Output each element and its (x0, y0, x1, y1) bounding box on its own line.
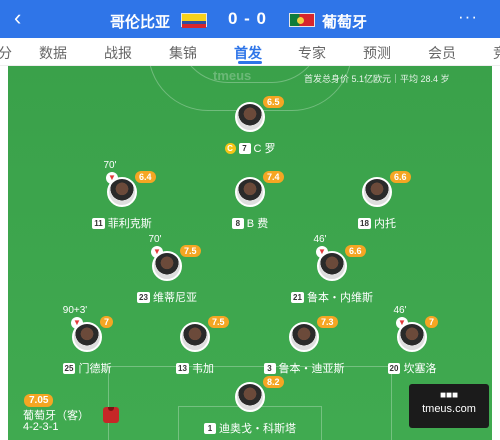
site-logo: ■■■ tmeus.com (409, 384, 489, 428)
lineup-value-info: 首发总身价 5.1亿欧元｜平均 28.4 岁 (304, 74, 450, 84)
match-header: ‹ 哥伦比亚 0 - 0 葡萄牙 ··· (0, 0, 500, 38)
shirt-number: 3 (263, 362, 276, 374)
sub-time: 46' (313, 234, 327, 245)
player-rating: 7.4 (263, 171, 284, 183)
home-team-name: 哥伦比亚 (110, 14, 171, 31)
match-tabs: 分 数据 战报 集锦 首发 专家 预测 会员 竞 (0, 38, 500, 66)
player-avatar (107, 177, 137, 207)
player-avatar (317, 251, 347, 281)
sub-time: 90+3' (62, 305, 88, 316)
shirt-number: 18 (358, 217, 371, 229)
player-rating: 6.6 (390, 171, 411, 183)
player-rating: 7 (100, 316, 114, 328)
player-avatar (397, 322, 427, 352)
tab-more[interactable]: 竞 (493, 43, 500, 63)
tab-prediction[interactable]: 预测 (363, 43, 391, 63)
active-tab-indicator (238, 61, 262, 64)
player-rating: 7.3 (317, 316, 338, 328)
tab-experts[interactable]: 专家 (298, 43, 326, 63)
player-avatar (235, 102, 265, 132)
player-name: 鲁本・内维斯 (306, 292, 373, 304)
tab-member[interactable]: 会员 (428, 43, 456, 63)
player-avatar (235, 177, 265, 207)
player-rating: 6.4 (135, 171, 156, 183)
captain-badge: C (224, 142, 236, 154)
tab-highlights[interactable]: 集锦 (169, 43, 197, 63)
player-rating: 6.6 (345, 245, 366, 257)
team-rating: 7.05 (24, 394, 54, 407)
sub-time: 70' (148, 234, 162, 245)
shirt-number: 25 (62, 362, 76, 374)
tab-overview[interactable]: 分 (0, 43, 12, 63)
player-rating: 6.5 (263, 96, 284, 108)
player-rating: 7.5 (208, 316, 229, 328)
more-icon[interactable]: ··· (458, 7, 478, 27)
shirt-number: 20 (387, 362, 401, 374)
shirt-number: 23 (137, 291, 150, 303)
back-icon[interactable]: ‹ (14, 6, 21, 30)
player-rating: 7.5 (180, 245, 201, 257)
logo-line2: tmeus.com (422, 403, 476, 415)
player-avatar (362, 177, 392, 207)
sub-time: 70' (103, 160, 117, 171)
match-score: 0 - 0 (228, 9, 268, 28)
shirt-number: 11 (92, 217, 105, 229)
player-name: 迪奥戈・科斯塔 (219, 423, 296, 435)
player-avatar (180, 322, 210, 352)
away-team-name: 葡萄牙 (322, 14, 368, 31)
player-rating: 7 (425, 316, 439, 328)
player-avatar (152, 251, 182, 281)
tab-data[interactable]: 数据 (39, 43, 67, 63)
player-name: 维蒂尼亚 (152, 292, 197, 304)
portugal-flag-icon (289, 13, 315, 27)
shirt-number: 13 (176, 362, 189, 374)
shirt-number: 21 (291, 291, 304, 303)
logo-line1: ■■■ (439, 390, 459, 401)
jersey-icon (103, 407, 119, 423)
player-name: B 费 (246, 218, 269, 230)
watermark: tmeus (213, 68, 252, 83)
tab-report[interactable]: 战报 (104, 43, 132, 63)
formation-label: 4-2-3-1 (23, 421, 59, 433)
player-name: C 罗 (253, 143, 276, 155)
player-avatar (235, 382, 265, 412)
player-rating: 8.2 (263, 376, 284, 388)
shirt-number: 8 (231, 217, 244, 229)
sub-time: 46' (393, 305, 407, 316)
colombia-flag-icon (181, 13, 207, 28)
shirt-number: 1 (204, 422, 216, 434)
player-avatar (289, 322, 319, 352)
player-avatar (72, 322, 102, 352)
player-name: 内托 (373, 218, 396, 230)
tab-lineup[interactable]: 首发 (234, 43, 262, 63)
shirt-number: 7 (238, 142, 251, 154)
player-name: 坎塞洛 (403, 363, 437, 375)
